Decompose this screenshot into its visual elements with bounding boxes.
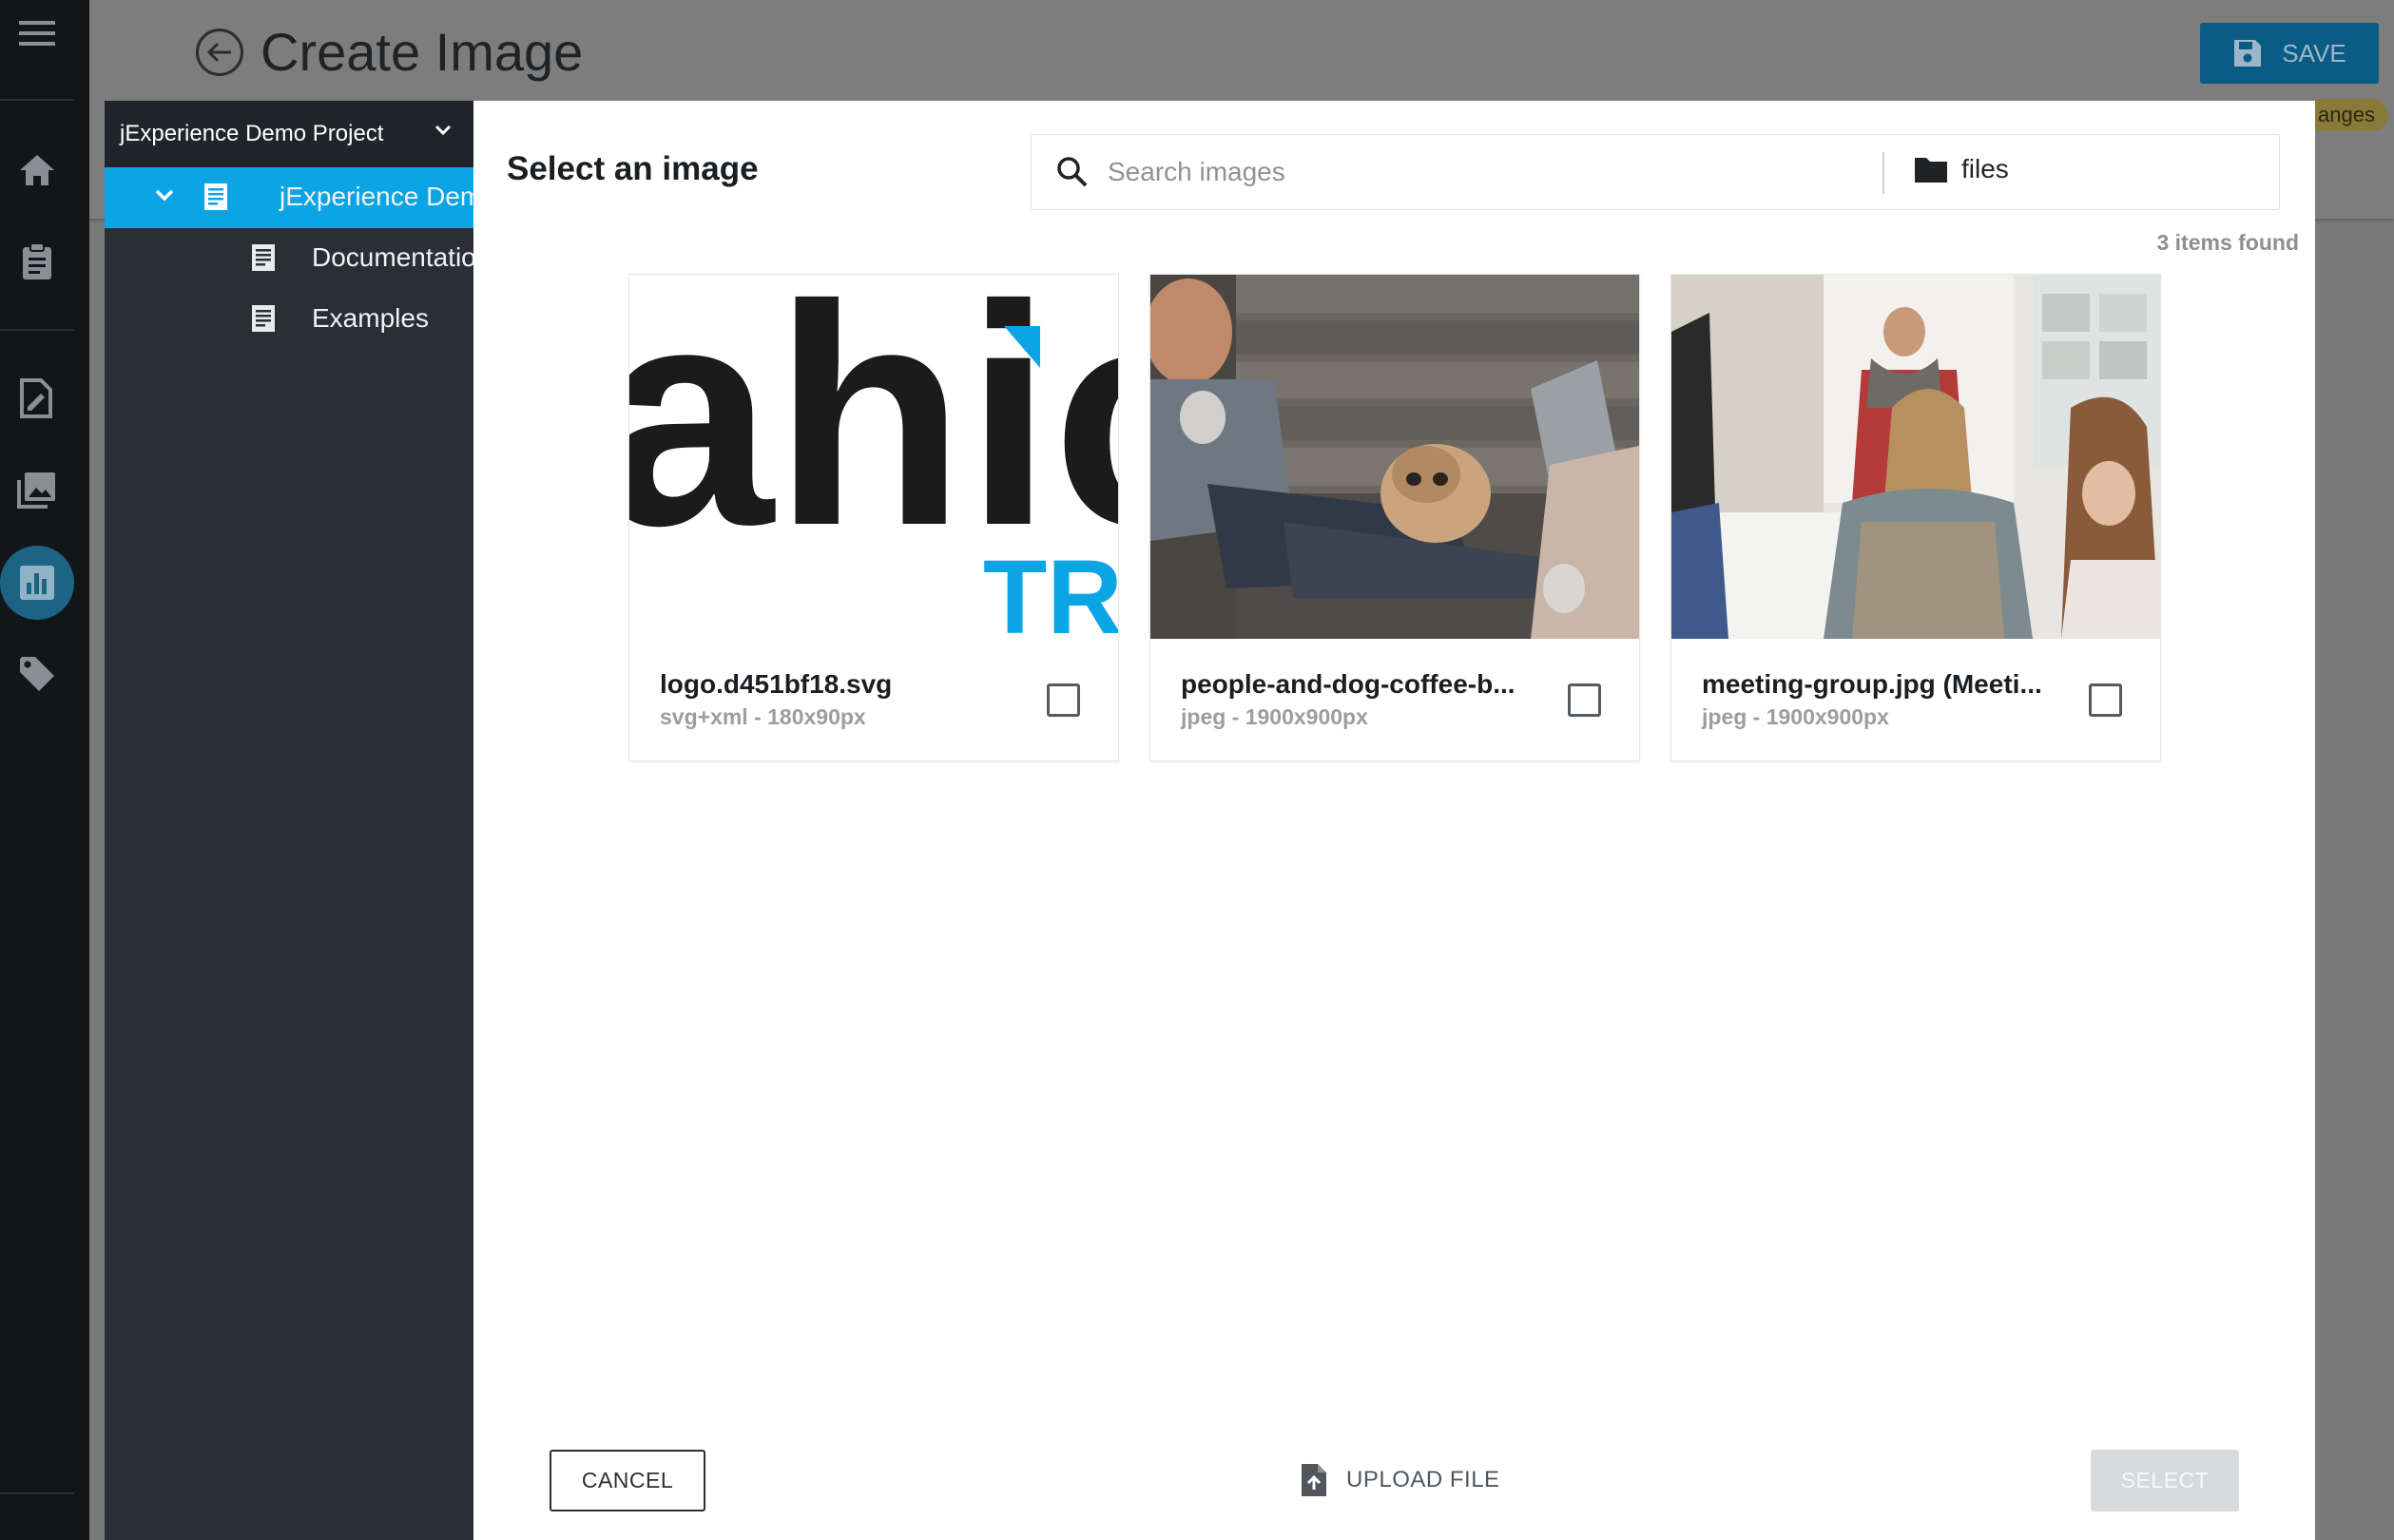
page-title-text: Create Image	[261, 22, 584, 82]
tree-item-examples[interactable]: Examples	[105, 289, 473, 350]
search-divider	[1882, 152, 1884, 194]
upload-file-button[interactable]: UPLOAD FILE	[1301, 1463, 1500, 1497]
home-icon[interactable]	[0, 137, 74, 203]
image-name: meeting-group.jpg (Meeti...	[1702, 669, 2042, 699]
save-label: SAVE	[2282, 38, 2346, 67]
page-title: Create Image	[196, 21, 583, 83]
clipboard-icon[interactable]	[0, 228, 74, 295]
page-icon	[204, 183, 227, 210]
app-rail	[0, 0, 89, 1540]
file-upload-icon	[1302, 1464, 1326, 1496]
svg-text:TRI: TRI	[983, 539, 1118, 639]
image-meta: jpeg - 1900x900px	[1702, 704, 1889, 729]
meeting-group-photo	[1671, 275, 2160, 639]
folder-selector[interactable]: files	[1914, 154, 2009, 184]
image-thumbnail	[1671, 275, 2160, 639]
image-card[interactable]: people-and-dog-coffee-b... jpeg - 1900x9…	[1149, 274, 1640, 761]
menu-icon[interactable]	[0, 0, 74, 67]
image-card[interactable]: meeting-group.jpg (Meeti... jpeg - 1900x…	[1670, 274, 2161, 761]
logo-image: ahic TRI	[629, 275, 1118, 639]
save-button[interactable]: SAVE	[2200, 23, 2379, 84]
floppy-icon	[2234, 40, 2262, 67]
search-bar: files	[1031, 134, 2280, 210]
select-checkbox[interactable]	[1047, 683, 1080, 717]
image-card[interactable]: ahic TRI logo.d451bf18.svg svg+xml - 180…	[628, 274, 1119, 761]
folder-icon	[1915, 158, 1947, 183]
changes-badge: anges	[2303, 99, 2388, 131]
select-checkbox[interactable]	[2089, 683, 2122, 717]
results-count: 3 items found	[2156, 230, 2299, 255]
page-icon	[252, 305, 275, 332]
image-thumbnail	[1150, 275, 1639, 639]
image-picker-dialog: Select an image files 3 items found ahic…	[473, 101, 2315, 1540]
tag-icon[interactable]	[0, 641, 74, 707]
folder-label: files	[1961, 154, 2009, 183]
tree-item-root[interactable]: jExperience Demo	[105, 167, 473, 228]
document-edit-icon[interactable]	[0, 365, 74, 432]
upload-file-label: UPLOAD FILE	[1346, 1467, 1500, 1492]
chevron-down-icon	[434, 125, 452, 136]
back-arrow-icon[interactable]	[196, 28, 243, 76]
cancel-button[interactable]: CANCEL	[550, 1450, 705, 1511]
page-icon	[252, 244, 275, 271]
people-dog-photo	[1150, 275, 1639, 639]
image-thumbnail: ahic TRI	[629, 275, 1118, 639]
chevron-down-icon[interactable]	[154, 188, 175, 202]
dialog-title: Select an image	[507, 150, 759, 187]
image-name: people-and-dog-coffee-b...	[1181, 669, 1516, 699]
image-meta: svg+xml - 180x90px	[660, 704, 866, 729]
site-selector[interactable]: jExperience Demo Project	[105, 101, 473, 167]
images-icon[interactable]	[0, 456, 74, 523]
tree-item-label: Examples	[312, 303, 429, 333]
content-tree-panel: jExperience Demo Project jExperience Dem…	[105, 101, 473, 1540]
search-icon	[1057, 157, 1088, 187]
tree-item-label: Documentation	[312, 242, 473, 272]
image-meta: jpeg - 1900x900px	[1181, 704, 1368, 729]
image-name: logo.d451bf18.svg	[660, 669, 893, 699]
site-selector-label: jExperience Demo Project	[120, 121, 384, 146]
image-grid: ahic TRI logo.d451bf18.svg svg+xml - 180…	[628, 274, 2161, 761]
tree-item-documentation[interactable]: Documentation	[105, 228, 473, 289]
user-icon[interactable]	[0, 1511, 74, 1540]
select-checkbox[interactable]	[1568, 683, 1601, 717]
search-input[interactable]	[1108, 135, 1887, 209]
tree-item-label: jExperience Demo	[280, 182, 473, 211]
analytics-icon	[0, 549, 74, 616]
select-button[interactable]: SELECT	[2091, 1450, 2239, 1511]
